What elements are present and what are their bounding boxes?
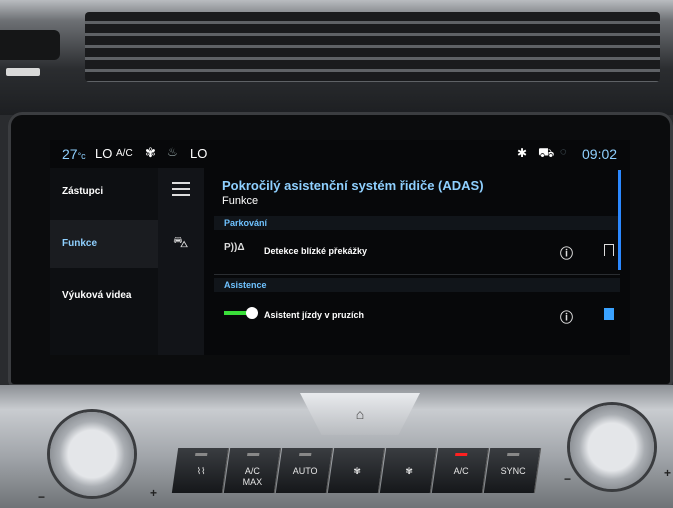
volume-knob[interactable] (50, 412, 134, 496)
sidebar-item-label: Zástupci (62, 186, 104, 197)
car-front-icon[interactable]: ⛍ (173, 234, 188, 253)
plus-mark: + (664, 466, 672, 480)
info-icon[interactable]: ⓘ (560, 307, 573, 326)
list-item-label: Detekce blízké překážky (264, 246, 368, 256)
seat-heat-icon[interactable]: ♨ (167, 145, 178, 159)
fan-up-button[interactable]: ✾ (379, 448, 438, 493)
divider (214, 274, 620, 275)
ac-indicator[interactable]: A/C (116, 148, 133, 159)
parking-sensor-icon: P))Δ (224, 242, 245, 253)
clock: 09:02 (582, 146, 618, 162)
plus-mark: + (150, 486, 158, 500)
air-vent (85, 12, 660, 82)
bluetooth-icon: ✱ (517, 146, 528, 160)
fan-level-left[interactable]: LO (95, 146, 112, 161)
main-panel: Pokročilý asistenční systém řidiče (ADAS… (204, 168, 630, 355)
home-icon: ⌂ (355, 406, 365, 422)
bookmark-icon[interactable] (604, 244, 614, 256)
vent-knob[interactable] (6, 68, 40, 76)
scrollbar[interactable] (618, 170, 621, 270)
page-subtitle: Funkce (222, 195, 259, 207)
list-item-obstacle-detection[interactable]: P))Δ Detekce blízké překážky ⓘ (214, 232, 620, 272)
temperature-left[interactable]: 27°c (62, 146, 86, 162)
signal-icon: ◌ (560, 146, 567, 158)
bookmark-icon-active[interactable] (604, 308, 614, 320)
section-header-assist: Asistence (214, 278, 620, 292)
sidebar: Zástupci Funkce Výuková videa (50, 168, 158, 355)
ac-max-button[interactable]: A/C MAX (223, 448, 282, 493)
fan-level-right[interactable]: LO (190, 146, 207, 161)
sync-button[interactable]: SYNC (483, 448, 542, 493)
sidebar-item-label: Výuková videa (62, 290, 132, 301)
icon-column: ⛍ (158, 168, 204, 355)
page-title: Pokročilý asistenční systém řidiče (ADAS… (222, 178, 484, 193)
list-item-lane-assist[interactable]: Asistent jízdy v pruzích ⓘ (214, 296, 620, 336)
air-vent-left (0, 30, 60, 76)
status-bar: 27°c LO A/C ✾ ♨ LO ✱ ⛟ ◌ 09:02 (50, 140, 630, 168)
info-icon[interactable]: ⓘ (560, 243, 573, 262)
minus-mark: − (564, 472, 572, 486)
toggle-knob (246, 307, 258, 319)
infotainment-screen: 27°c LO A/C ✾ ♨ LO ✱ ⛟ ◌ 09:02 Zástupci … (50, 140, 630, 355)
section-header-parking: Parkování (214, 216, 620, 230)
sidebar-item-zastupci[interactable]: Zástupci (50, 168, 158, 216)
auto-button[interactable]: AUTO (275, 448, 334, 493)
climate-controls: ⌇⌇ A/C MAX AUTO ✾ ✾ A/C SYNC (171, 448, 565, 498)
rear-defrost-button[interactable]: ⌇⌇ (171, 448, 230, 493)
temperature-knob[interactable] (570, 405, 654, 489)
sidebar-item-label: Funkce (62, 238, 98, 249)
menu-icon[interactable] (172, 182, 190, 196)
list-item-label: Asistent jízdy v pruzích (264, 310, 365, 320)
fan-icon[interactable]: ✾ (145, 145, 156, 161)
ac-button[interactable]: A/C (431, 448, 490, 493)
fan-down-button[interactable]: ✾ (327, 448, 386, 493)
dashboard-top (0, 0, 673, 115)
sidebar-item-vyukova-videa[interactable]: Výuková videa (50, 272, 158, 320)
toggle-switch[interactable] (224, 307, 258, 319)
sidebar-item-funkce[interactable]: Funkce (50, 220, 158, 268)
minus-mark: − (38, 490, 46, 504)
car-icon: ⛟ (538, 145, 555, 160)
